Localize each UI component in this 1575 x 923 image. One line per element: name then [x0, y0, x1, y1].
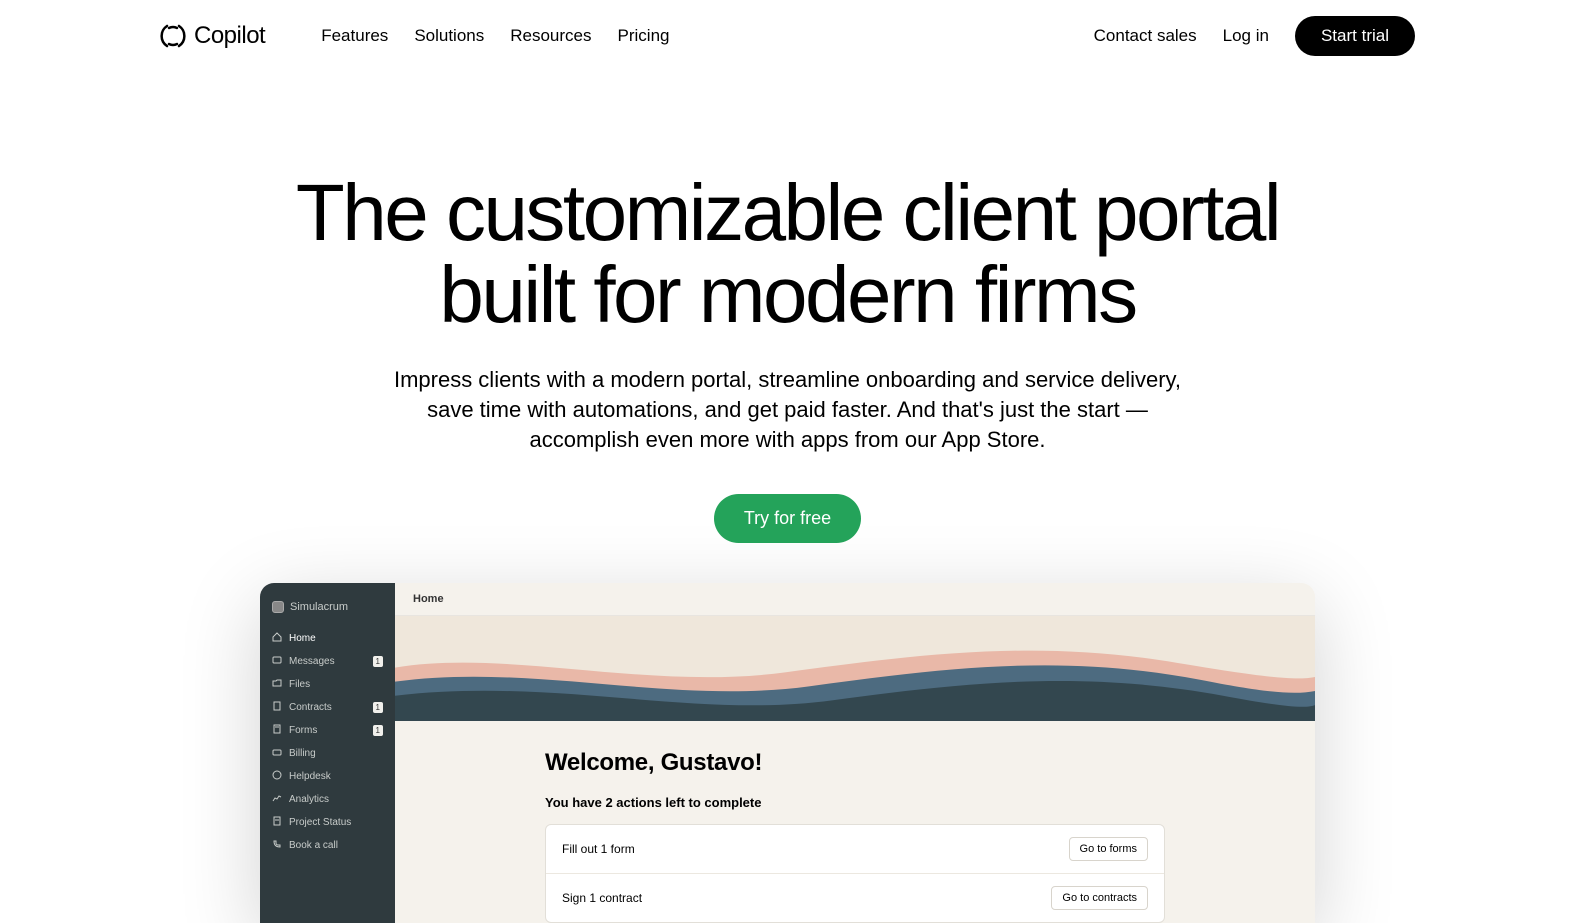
forms-icon	[272, 724, 282, 737]
try-free-button[interactable]: Try for free	[714, 494, 861, 543]
mockup-main: Home Welcome, Gustavo! You have 2 action…	[395, 583, 1315, 923]
sidebar-item-helpdesk[interactable]: Helpdesk	[260, 765, 395, 788]
workspace-selector[interactable]: Simulacrum	[260, 595, 395, 627]
nav-solutions[interactable]: Solutions	[414, 26, 484, 46]
sidebar-item-contracts[interactable]: Contracts 1	[260, 696, 395, 719]
brand-name: Copilot	[194, 22, 265, 50]
sidebar-item-label: Book a call	[289, 840, 338, 851]
mockup-breadcrumb: Home	[395, 583, 1315, 616]
sidebar-item-analytics[interactable]: Analytics	[260, 788, 395, 811]
nav-resources[interactable]: Resources	[510, 26, 591, 46]
workspace-icon	[272, 601, 284, 613]
sidebar-item-label: Analytics	[289, 794, 329, 805]
nav-links: Features Solutions Resources Pricing	[321, 26, 669, 46]
sidebar-item-messages[interactable]: Messages 1	[260, 650, 395, 673]
book-a-call-icon	[272, 839, 282, 852]
sidebar-badge: 1	[373, 702, 383, 713]
files-icon	[272, 678, 282, 691]
hero-section: The customizable client portal built for…	[0, 72, 1575, 583]
contact-sales-link[interactable]: Contact sales	[1094, 26, 1197, 46]
action-row: Fill out 1 form Go to forms	[546, 825, 1164, 874]
mockup-sidebar: Simulacrum HomeMessages1FilesContracts1F…	[260, 583, 395, 923]
login-link[interactable]: Log in	[1223, 26, 1269, 46]
nav-features[interactable]: Features	[321, 26, 388, 46]
start-trial-button[interactable]: Start trial	[1295, 16, 1415, 56]
sidebar-item-label: Messages	[289, 656, 335, 667]
sidebar-item-project-status[interactable]: Project Status	[260, 811, 395, 834]
sidebar-item-book-a-call[interactable]: Book a call	[260, 834, 395, 857]
analytics-icon	[272, 793, 282, 806]
messages-icon	[272, 655, 282, 668]
top-nav: Copilot Features Solutions Resources Pri…	[0, 0, 1575, 72]
hero-subtitle: Impress clients with a modern portal, st…	[378, 365, 1198, 454]
sidebar-item-billing[interactable]: Billing	[260, 742, 395, 765]
brand-logo[interactable]: Copilot	[160, 22, 265, 50]
action-text: Fill out 1 form	[562, 842, 635, 856]
sidebar-item-label: Project Status	[289, 817, 351, 828]
nav-pricing[interactable]: Pricing	[618, 26, 670, 46]
copilot-logo-icon	[160, 23, 186, 49]
product-mockup: Simulacrum HomeMessages1FilesContracts1F…	[260, 583, 1315, 923]
sidebar-item-forms[interactable]: Forms 1	[260, 719, 395, 742]
sidebar-item-files[interactable]: Files	[260, 673, 395, 696]
mockup-banner	[395, 616, 1315, 721]
sidebar-badge: 1	[373, 656, 383, 667]
workspace-name: Simulacrum	[290, 601, 348, 613]
action-button[interactable]: Go to forms	[1069, 837, 1148, 861]
welcome-heading: Welcome, Gustavo!	[545, 749, 1165, 777]
home-icon	[272, 632, 282, 645]
helpdesk-icon	[272, 770, 282, 783]
actions-card: Fill out 1 form Go to forms Sign 1 contrac…	[545, 824, 1165, 923]
action-text: Sign 1 contract	[562, 891, 642, 905]
hero-title: The customizable client portal built for…	[288, 172, 1288, 335]
sidebar-item-label: Helpdesk	[289, 771, 331, 782]
action-button[interactable]: Go to contracts	[1051, 886, 1148, 910]
sidebar-item-label: Files	[289, 679, 310, 690]
billing-icon	[272, 747, 282, 760]
sidebar-item-label: Contracts	[289, 702, 332, 713]
sidebar-item-label: Home	[289, 633, 316, 644]
contracts-icon	[272, 701, 282, 714]
project-status-icon	[272, 816, 282, 829]
actions-heading: You have 2 actions left to complete	[545, 795, 1165, 810]
action-row: Sign 1 contract Go to contracts	[546, 874, 1164, 922]
sidebar-item-label: Billing	[289, 748, 316, 759]
sidebar-item-label: Forms	[289, 725, 317, 736]
sidebar-badge: 1	[373, 725, 383, 736]
sidebar-item-home[interactable]: Home	[260, 627, 395, 650]
